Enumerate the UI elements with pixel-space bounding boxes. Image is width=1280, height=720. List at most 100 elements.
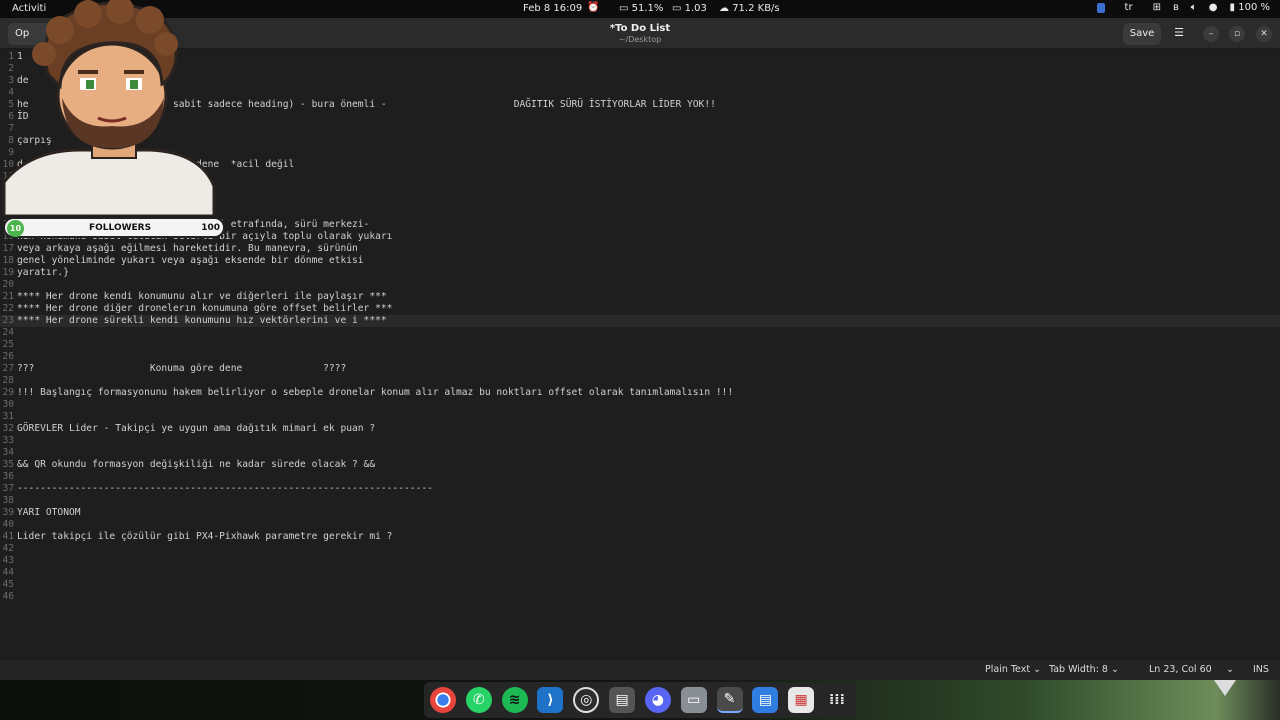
line-text[interactable]: ??? Konuma göre dene ????: [17, 363, 346, 375]
editor-line[interactable]: 26: [0, 351, 1280, 363]
save-button[interactable]: Save: [1123, 23, 1161, 45]
line-number: 44: [2, 567, 14, 578]
line-number: 36: [2, 471, 14, 482]
line-number: 32: [2, 423, 14, 434]
editor-line[interactable]: 29!!! Başlangıç formasyonunu hakem belir…: [0, 387, 1280, 399]
obs-icon[interactable]: ◎: [573, 687, 600, 713]
line-text[interactable]: ----------------------------------------…: [17, 483, 433, 495]
editor-line[interactable]: 36: [0, 471, 1280, 483]
alarm-icon: ⏰: [587, 2, 600, 13]
keyboard-language[interactable]: tr: [1125, 2, 1133, 13]
editor-line[interactable]: 21 **** Her drone kendi konumunu alır ve …: [0, 291, 1280, 303]
editor-line[interactable]: 18 genel yöneliminde yukarı veya aşağı ek…: [0, 255, 1280, 267]
line-text[interactable]: YARI OTONOM: [17, 507, 81, 519]
editor-line[interactable]: 25: [0, 339, 1280, 351]
line-text[interactable]: Lider takipçi ile çözülür gibi PX4-Pixha…: [17, 531, 392, 543]
editor-line[interactable]: 40: [0, 519, 1280, 531]
cursor-position[interactable]: Ln 23, Col 60: [1149, 664, 1212, 675]
editor-line[interactable]: 37 --------------------------------------…: [0, 483, 1280, 495]
editor-line[interactable]: 31: [0, 411, 1280, 423]
system-tray[interactable]: tr ⊞ ʙ 🔈︎ ● ▮ 100 %: [1096, 2, 1270, 13]
maximize-icon[interactable]: ▫: [1229, 26, 1245, 42]
line-number: 37: [2, 483, 14, 494]
close-icon[interactable]: ✕: [1256, 26, 1272, 42]
app-indicator-icon[interactable]: [1096, 3, 1105, 13]
editor-line[interactable]: 44: [0, 567, 1280, 579]
chevron-down-icon[interactable]: ⌄: [1226, 664, 1234, 675]
editor-line[interactable]: 39 YARI OTONOM: [0, 507, 1280, 519]
text-editor-icon[interactable]: ✎: [716, 687, 743, 713]
editor-line[interactable]: 32 GÖREVLER Lider - Takipçi ye uygun ama …: [0, 423, 1280, 435]
editor-line[interactable]: 27??? Konuma göre dene ????: [0, 363, 1280, 375]
line-text[interactable]: veya arkaya aşağı eğilmesi hareketidir. …: [17, 243, 358, 255]
battery-indicator[interactable]: ▮ 100 %: [1230, 2, 1270, 13]
line-text[interactable]: && QR okundu formasyon değişkiliği ne ka…: [17, 459, 375, 471]
line-number: 38: [2, 495, 14, 506]
editor-line[interactable]: 33: [0, 435, 1280, 447]
editor-line[interactable]: 23 **** Her drone sürekli kendi konumunu …: [0, 315, 1280, 327]
minimize-icon[interactable]: –: [1203, 26, 1219, 42]
editor-line[interactable]: 22 **** Her drone diğer dronelerın konumu…: [0, 303, 1280, 315]
line-number: 43: [2, 555, 14, 566]
line-number: 31: [2, 411, 14, 422]
editor-line[interactable]: 46: [0, 591, 1280, 603]
line-text[interactable]: **** Her drone kendi konumunu alır ve di…: [17, 291, 387, 303]
load-indicator[interactable]: ▭ 1.03: [672, 3, 707, 14]
line-number: 28: [2, 375, 14, 386]
tab-width-label: Tab Width: 8: [1049, 664, 1108, 675]
tab-width-selector[interactable]: Tab Width: 8 ⌄: [1049, 664, 1119, 675]
followers-min-value: 10: [7, 220, 24, 237]
files-icon[interactable]: ▭: [680, 687, 707, 713]
line-text[interactable]: **** Her drone diğer dronelerın konumuna…: [17, 303, 392, 315]
battery-value: 100 %: [1238, 2, 1270, 13]
window-icon[interactable]: ▤: [609, 687, 636, 713]
editor-line[interactable]: 45: [0, 579, 1280, 591]
whatsapp-icon[interactable]: ✆: [465, 687, 492, 713]
line-text[interactable]: GÖREVLER Lider - Takipçi ye uygun ama da…: [17, 423, 375, 435]
insert-mode[interactable]: INS: [1253, 664, 1269, 675]
vscode-icon[interactable]: ⟩: [537, 687, 564, 713]
editor-line[interactable]: 28: [0, 375, 1280, 387]
editor-line[interactable]: 19 yaratır.}: [0, 267, 1280, 279]
editor-line[interactable]: 34: [0, 447, 1280, 459]
editor-line[interactable]: 42: [0, 543, 1280, 555]
report-icon[interactable]: ▦: [788, 687, 815, 713]
network-speed-indicator[interactable]: ☁ 71.2 KB/s: [719, 3, 780, 14]
line-text[interactable]: yaratır.}: [17, 267, 69, 279]
line-text[interactable]: **** Her drone sürekli kendi konumunu hı…: [17, 315, 387, 327]
document-icon[interactable]: ▤: [752, 687, 779, 713]
followers-max-value: 100: [201, 223, 220, 233]
editor-line[interactable]: 17 veya arkaya aşağı eğilmesi hareketidir…: [0, 243, 1280, 255]
language-selector[interactable]: Plain Text ⌄: [985, 664, 1041, 675]
line-text[interactable]: !!! Başlangıç formasyonunu hakem belirli…: [17, 387, 733, 399]
spotify-icon[interactable]: ≋: [501, 687, 528, 713]
avatar-illustration: [2, 0, 216, 218]
editor-line[interactable]: 30: [0, 399, 1280, 411]
hamburger-menu-icon[interactable]: ☰: [1168, 23, 1190, 45]
editor-line[interactable]: 35 && QR okundu formasyon değişkiliği ne …: [0, 459, 1280, 471]
bluetooth-icon[interactable]: ʙ: [1173, 2, 1179, 13]
chrome-icon[interactable]: [430, 687, 456, 713]
line-number: 27: [2, 363, 14, 374]
app-grid-icon[interactable]: ⁞⁞⁞: [824, 687, 850, 713]
monitor-icon: ▭: [672, 3, 682, 14]
microphone-icon[interactable]: ●: [1209, 2, 1218, 13]
editor-line[interactable]: 20: [0, 279, 1280, 291]
editor-line[interactable]: 43: [0, 555, 1280, 567]
line-number: 42: [2, 543, 14, 554]
clock[interactable]: Feb 8 16:09: [523, 3, 582, 14]
line-number: 22: [2, 303, 14, 314]
cpu-value: 51.1%: [631, 3, 664, 14]
editor-line[interactable]: 41 Lider takipçi ile çözülür gibi PX4-Pix…: [0, 531, 1280, 543]
editor-line[interactable]: 38: [0, 495, 1280, 507]
volume-icon[interactable]: 🔈︎: [1191, 2, 1197, 13]
discord-icon[interactable]: ◕: [644, 687, 671, 713]
line-number: 41: [2, 531, 14, 542]
load-value: 1.03: [684, 3, 707, 14]
cpu-indicator[interactable]: ▭ 51.1%: [619, 3, 663, 14]
editor-line[interactable]: 24: [0, 327, 1280, 339]
line-number: 45: [2, 579, 14, 590]
network-icon[interactable]: ⊞: [1153, 2, 1161, 13]
line-number: 24: [2, 327, 14, 338]
line-text[interactable]: genel yöneliminde yukarı veya aşağı ekse…: [17, 255, 364, 267]
